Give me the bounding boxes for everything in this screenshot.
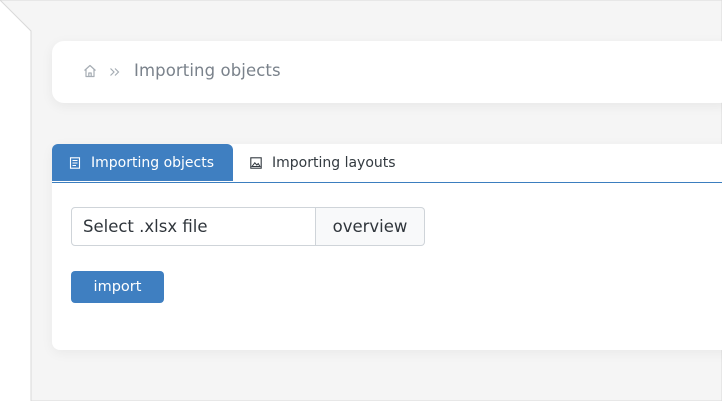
import-panel: Importing objects Importing layouts Sele… xyxy=(52,144,722,350)
document-icon xyxy=(69,156,81,169)
double-chevron-right-icon xyxy=(108,64,122,78)
tab-importing-layouts[interactable]: Importing layouts xyxy=(250,144,396,181)
tab-importing-objects[interactable]: Importing objects xyxy=(52,144,233,181)
image-icon xyxy=(250,156,262,169)
tab-label: Importing layouts xyxy=(272,154,396,171)
home-icon[interactable] xyxy=(82,63,98,79)
breadcrumb: Importing objects xyxy=(52,41,722,103)
app-window: Importing objects Importing objects Impo… xyxy=(0,0,722,401)
overview-button[interactable]: overview xyxy=(316,207,425,246)
breadcrumb-trail: Importing objects xyxy=(82,61,281,80)
tab-label: Importing objects xyxy=(91,154,214,171)
breadcrumb-current: Importing objects xyxy=(134,61,281,80)
import-button[interactable]: import xyxy=(71,271,164,303)
file-upload-group: Select .xlsx file overview xyxy=(71,207,425,246)
file-input[interactable]: Select .xlsx file xyxy=(71,207,316,246)
tab-bar: Importing objects Importing layouts xyxy=(52,144,722,183)
